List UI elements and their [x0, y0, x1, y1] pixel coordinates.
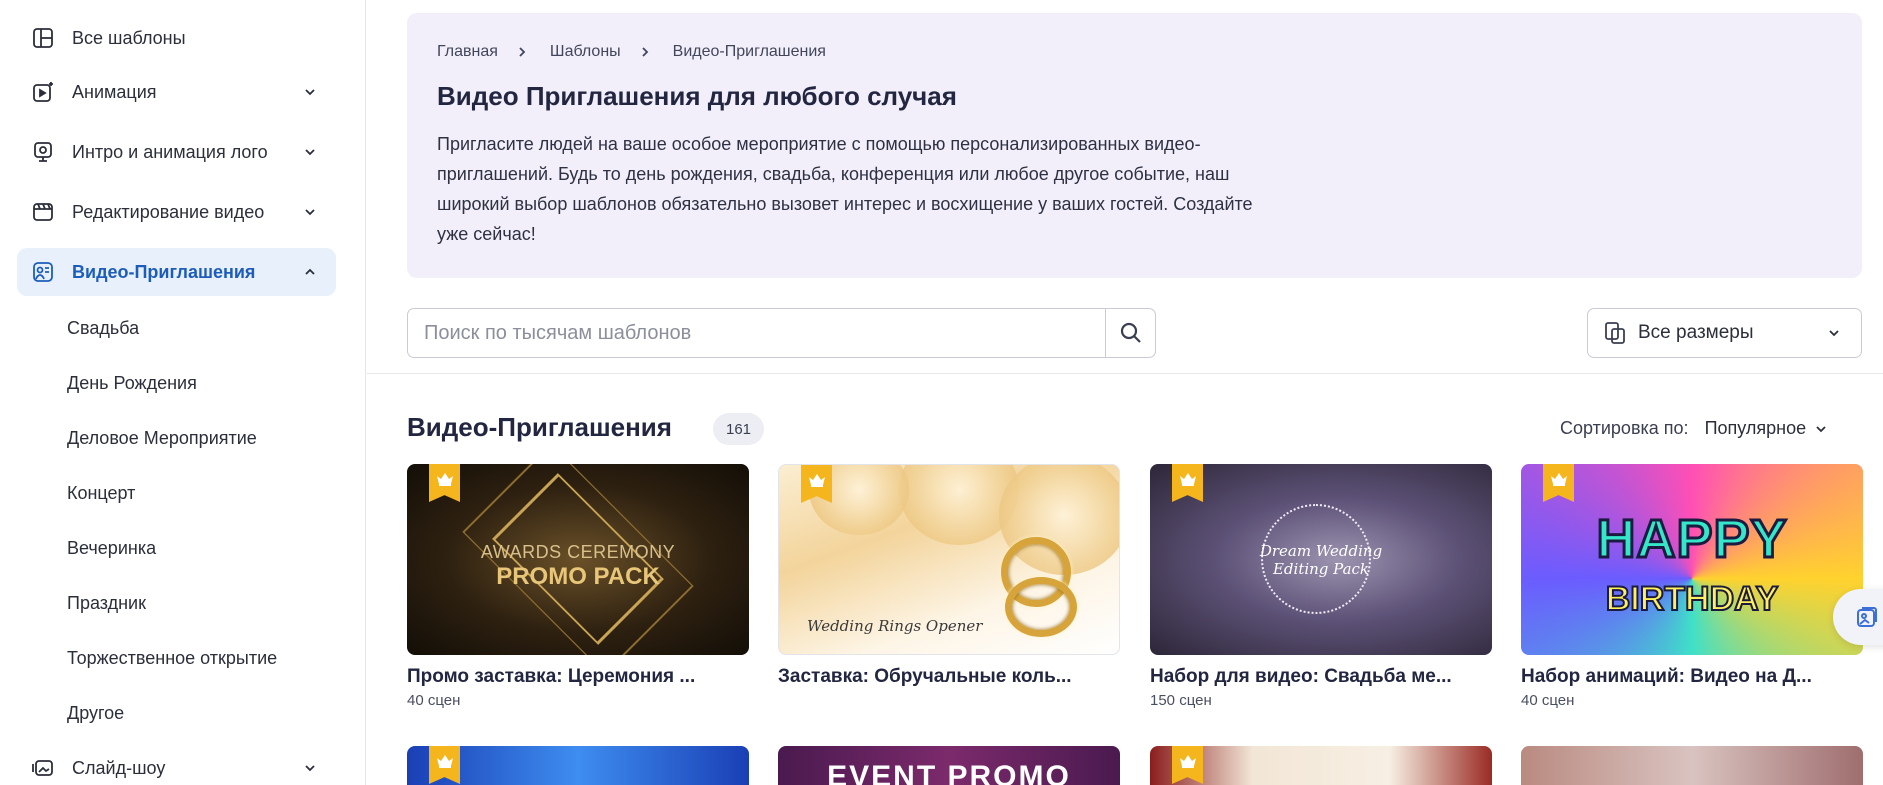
sort-label: Сортировка по:	[1560, 418, 1689, 438]
thumbnail-text: AWARDS CEREMONY	[480, 542, 676, 562]
template-thumbnail[interactable]: HAPPY BIRTHDAY	[1521, 464, 1863, 655]
sidebar-item-label: Анимация	[72, 81, 157, 102]
count-badge: 161	[713, 413, 764, 445]
size-filter-dropdown[interactable]: Все размеры	[1587, 308, 1862, 358]
sidebar-item-all-templates[interactable]: Все шаблоны	[17, 14, 336, 62]
sidebar-subitem-wedding[interactable]: Свадьба	[67, 318, 139, 339]
template-title[interactable]: Набор для видео: Свадьба ме...	[1150, 666, 1492, 688]
sidebar-item-label: Интро и анимация лого	[72, 141, 268, 162]
search-box	[407, 308, 1156, 358]
search-input[interactable]	[424, 309, 1104, 357]
chevron-down-icon	[302, 204, 318, 220]
slideshow-icon	[30, 755, 56, 781]
sidebar-subitem-other[interactable]: Другое	[67, 703, 124, 724]
sidebar: Все шаблоны Анимация Интро и анимация ло…	[0, 0, 366, 785]
app: Все шаблоны Анимация Интро и анимация ло…	[0, 0, 1883, 785]
chevron-right-icon	[639, 45, 653, 59]
template-thumbnail[interactable]: Wedding Rings Opener	[778, 464, 1120, 655]
sidebar-item-video-invitations[interactable]: Видео-Приглашения	[17, 248, 336, 296]
sidebar-item-logo-intro[interactable]: Интро и анимация лого	[17, 128, 336, 176]
premium-crown-icon	[1172, 746, 1203, 784]
chevron-right-icon	[516, 45, 530, 59]
template-thumbnail[interactable]: EVENT PROMO	[778, 746, 1120, 785]
page-title: Видео Приглашения для любого случая	[437, 81, 957, 111]
sidebar-item-label: Редактирование видео	[72, 201, 265, 222]
sidebar-item-label: Видео-Приглашения	[72, 261, 256, 282]
sort-control: Сортировка по: Популярное	[1560, 418, 1828, 439]
breadcrumb-home[interactable]: Главная	[437, 43, 498, 61]
sidebar-subitem-grand-opening[interactable]: Торжественное открытие	[67, 648, 277, 669]
template-title[interactable]: Заставка: Обручальные коль...	[778, 666, 1120, 688]
page-description: Пригласите людей на ваше особое мероприя…	[437, 134, 1253, 244]
breadcrumb: Главная Шаблоны Видео-Приглашения	[437, 43, 826, 61]
animation-icon	[30, 79, 56, 105]
divider	[367, 373, 1883, 374]
premium-crown-icon	[429, 746, 460, 784]
sidebar-subitem-holiday[interactable]: Праздник	[67, 593, 146, 614]
thumbnail-text: EVENT PROMO	[827, 760, 1071, 785]
invitation-icon	[30, 259, 56, 285]
template-title[interactable]: Промо заставка: Церемония ...	[407, 666, 749, 688]
premium-crown-icon	[1543, 464, 1574, 502]
template-card: Wedding Rings Opener Заставка: Обручальн…	[778, 464, 1120, 692]
thumbnail-text: BIRTHDAY	[1605, 579, 1780, 619]
template-card: HAPPY BIRTHDAY Набор анимаций: Видео на …	[1521, 464, 1863, 709]
premium-crown-icon	[429, 464, 460, 502]
thumbnail-text-line: Dream Wedding	[1259, 542, 1383, 560]
chevron-down-icon	[302, 144, 318, 160]
thumbnail-text: Dream Wedding Editing Pack	[1150, 542, 1492, 578]
template-thumbnail[interactable]	[1150, 746, 1492, 785]
hero-banner: Главная Шаблоны Видео-Приглашения Видео …	[407, 13, 1862, 278]
gallery-icon	[1857, 607, 1877, 627]
sidebar-subitem-party[interactable]: Вечеринка	[67, 538, 156, 559]
scene-count: 40 сцен	[1521, 692, 1575, 709]
ring-image	[1005, 577, 1077, 637]
size-filter-label: Все размеры	[1638, 322, 1754, 343]
template-card: AWARDS CEREMONY PROMO PACK Промо заставк…	[407, 464, 749, 709]
thumbnail-text: Wedding Rings Opener	[807, 617, 983, 635]
template-card: Dream Wedding Editing Pack Набор для виде…	[1150, 464, 1492, 709]
scene-count: 40 сцен	[407, 692, 461, 709]
thumbnail-text-line: Editing Pack	[1272, 560, 1370, 578]
grid-icon	[30, 25, 56, 51]
breadcrumb-current: Видео-Приглашения	[672, 43, 826, 60]
template-title[interactable]: Набор анимаций: Видео на Д...	[1521, 666, 1863, 688]
floating-widget-button[interactable]	[1833, 589, 1883, 645]
scene-count: 150 сцен	[1150, 692, 1212, 709]
chevron-up-icon	[302, 264, 318, 280]
premium-crown-icon	[1172, 464, 1203, 502]
sidebar-subitem-concert[interactable]: Концерт	[67, 483, 135, 504]
sort-dropdown[interactable]: Популярное	[1705, 418, 1807, 439]
thumbnail-text: HAPPY	[1595, 508, 1788, 571]
thumbnail-text: PROMO PACK	[496, 563, 660, 590]
chevron-down-icon	[302, 760, 318, 776]
template-thumbnail[interactable]: Dream Wedding Editing Pack	[1150, 464, 1492, 655]
video-edit-icon	[30, 199, 56, 225]
search-button[interactable]	[1105, 309, 1155, 357]
sidebar-item-label: Все шаблоны	[72, 27, 186, 48]
chevron-down-icon	[302, 84, 318, 100]
sidebar-item-animation[interactable]: Анимация	[17, 68, 336, 116]
sidebar-subitem-birthday[interactable]: День Рождения	[67, 373, 197, 394]
sidebar-item-video-editing[interactable]: Редактирование видео	[17, 188, 336, 236]
breadcrumb-templates[interactable]: Шаблоны	[550, 43, 621, 61]
chevron-down-icon	[1814, 422, 1828, 436]
template-thumbnail[interactable]	[407, 746, 749, 785]
sidebar-item-label: Слайд-шоу	[72, 757, 166, 778]
template-thumbnail[interactable]: AWARDS CEREMONY PROMO PACK	[407, 464, 749, 655]
section-title: Видео-Приглашения	[407, 412, 672, 442]
logo-intro-icon	[30, 139, 56, 165]
search-icon	[1120, 322, 1141, 343]
template-thumbnail[interactable]	[1521, 746, 1863, 785]
sidebar-item-slideshow[interactable]: Слайд-шоу	[17, 744, 336, 785]
resize-icon	[1604, 321, 1626, 345]
sidebar-subitem-business-event[interactable]: Деловое Мероприятие	[67, 428, 257, 449]
chevron-down-icon	[1827, 326, 1841, 340]
